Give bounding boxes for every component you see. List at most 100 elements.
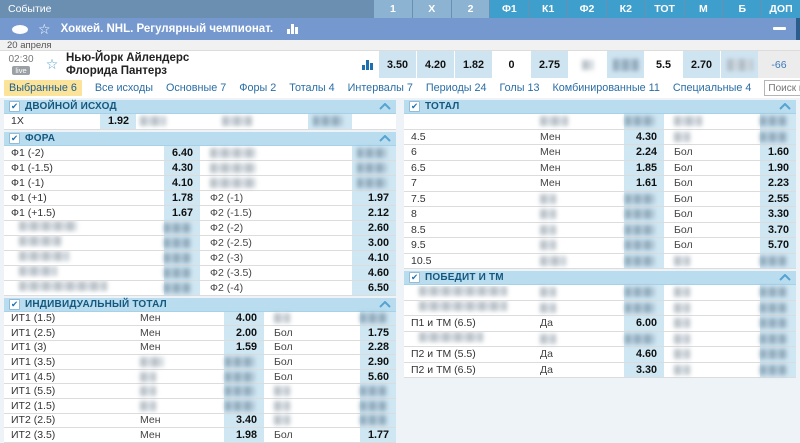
blurred-odds: [164, 221, 200, 235]
odds-cell-1[interactable]: 3.50: [379, 51, 416, 78]
odds-button[interactable]: 2.55: [760, 192, 796, 207]
stats-chart-icon: [287, 24, 298, 34]
odds-button[interactable]: 1.85: [624, 161, 664, 176]
odds-button[interactable]: 3.00: [352, 236, 396, 250]
collapse-chevron-icon[interactable]: [779, 274, 791, 281]
side-label: Бол: [264, 327, 360, 339]
odds-button[interactable]: 2.00: [224, 326, 264, 340]
tab-totals[interactable]: Тоталы 4: [289, 82, 334, 94]
collapse-chevron-icon[interactable]: [379, 103, 391, 110]
odds-button[interactable]: 2.60: [352, 221, 396, 235]
blurred-cell: [664, 349, 760, 359]
odds-button[interactable]: 1.75: [360, 326, 396, 340]
panel-header: ✔ ПОБЕДИТ И ТМ: [404, 271, 796, 285]
blurred-cell: [664, 132, 760, 142]
col-header-f1: Ф1: [490, 0, 528, 18]
match-row[interactable]: 02:30 live ☆ Нью-Йорк Айлендерс Флорида …: [0, 51, 800, 78]
blurred-odds: [760, 285, 796, 300]
blurred-odds: [360, 414, 396, 428]
odds-cell-x[interactable]: 4.20: [417, 51, 454, 78]
panel-checkbox[interactable]: ✔: [9, 133, 20, 144]
favorite-star-icon[interactable]: ☆: [38, 22, 51, 36]
odds-button[interactable]: 1.98: [224, 428, 264, 442]
tab-main[interactable]: Основные 7: [166, 82, 226, 94]
panel-checkbox[interactable]: ✔: [409, 272, 420, 283]
market-row: Ф2 (-2) 2.60: [4, 221, 396, 236]
odds-cell-k1[interactable]: 2.75: [531, 51, 568, 78]
team2-name: Флорида Пантерз: [66, 65, 362, 78]
collapse-chevron-icon[interactable]: [379, 135, 391, 142]
match-stats-icon[interactable]: [362, 60, 373, 70]
market-row: 4.5 Мен 4.30: [404, 130, 796, 146]
odds-button[interactable]: 2.24: [624, 145, 664, 160]
blurred-cell: [664, 334, 760, 344]
odds-button[interactable]: 2.12: [352, 206, 396, 220]
tab-all-outcomes[interactable]: Все исходы: [95, 82, 153, 94]
odds-button[interactable]: 5.70: [760, 238, 796, 253]
odds-button[interactable]: 1.60: [760, 145, 796, 160]
odds-cell-2[interactable]: 1.82: [455, 51, 492, 78]
collapse-chevron-icon[interactable]: [379, 301, 391, 308]
tab-goals[interactable]: Голы 13: [500, 82, 540, 94]
tab-periods[interactable]: Периоды 24: [426, 82, 487, 94]
odds-button[interactable]: 1.77: [360, 428, 396, 442]
blurred-odds: [624, 114, 664, 129]
odds-button[interactable]: 2.90: [360, 355, 396, 369]
odds-button[interactable]: 4.60: [624, 347, 664, 362]
team-names[interactable]: Нью-Йорк Айлендерс Флорида Пантерз: [62, 51, 362, 78]
odds-button[interactable]: 3.70: [760, 223, 796, 238]
panel-checkbox[interactable]: ✔: [9, 299, 20, 310]
odds-button[interactable]: 3.30: [624, 363, 664, 378]
odds-button[interactable]: 3.40: [224, 414, 264, 428]
extra-markets-count[interactable]: -66: [758, 51, 800, 78]
blurred-odds: [624, 332, 664, 347]
tab-handicaps[interactable]: Форы 2: [239, 82, 276, 94]
panel-checkbox[interactable]: ✔: [409, 101, 420, 112]
blurred-cell: [200, 148, 352, 158]
blurred-cell-f2: [569, 51, 606, 78]
tab-combined[interactable]: Комбинированные 11: [553, 82, 660, 94]
panel-checkbox[interactable]: ✔: [9, 101, 20, 112]
odds-button[interactable]: 4.30: [164, 161, 200, 175]
odds-button[interactable]: 6.00: [624, 316, 664, 331]
odds-button[interactable]: 6.50: [352, 281, 396, 295]
search-input[interactable]: [765, 83, 800, 94]
market-row: [404, 285, 796, 301]
tab-intervals[interactable]: Интервалы 7: [348, 82, 413, 94]
odds-button[interactable]: 1.59: [224, 341, 264, 355]
panel-win-and-total: ✔ ПОБЕДИТ И ТМ П1 и ТМ (6.5) Да: [404, 271, 796, 378]
odds-button[interactable]: 1.97: [352, 191, 396, 205]
collapse-league-icon[interactable]: [773, 27, 786, 30]
tab-special[interactable]: Специальные 4: [673, 82, 752, 94]
outcome-name: Ф1 (-1): [4, 177, 164, 189]
odds-button[interactable]: 3.30: [760, 207, 796, 222]
odds-button[interactable]: 4.10: [352, 251, 396, 265]
blurred-cell: [532, 256, 624, 266]
blurred-cell: [664, 303, 760, 313]
odds-button[interactable]: 4.30: [624, 130, 664, 145]
market-row: Ф1 (-2) 6.40: [4, 146, 396, 161]
blurred-odds: [760, 301, 796, 316]
odds-button[interactable]: 4.10: [164, 176, 200, 190]
odds-button[interactable]: 1.78: [164, 191, 200, 205]
favorite-star-icon[interactable]: ☆: [42, 56, 62, 73]
odds-button[interactable]: 5.60: [360, 370, 396, 384]
collapse-chevron-icon[interactable]: [779, 103, 791, 110]
odds-button[interactable]: 1.67: [164, 206, 200, 220]
odds-cell-m[interactable]: 2.70: [683, 51, 720, 78]
param-cell-tot: 5.5: [645, 51, 682, 78]
odds-button[interactable]: 1.92: [100, 114, 136, 129]
odds-button[interactable]: 6.40: [164, 146, 200, 160]
team1-name: Нью-Йорк Айлендерс: [66, 52, 362, 65]
column-header-bar: Событие 1 X 2 Ф1 К1 Ф2 К2 ТОТ М Б ДОП: [0, 0, 800, 18]
outcome-name: Ф1 (+1.5): [4, 207, 164, 219]
odds-button[interactable]: 1.90: [760, 161, 796, 176]
odds-button[interactable]: 4.00: [224, 312, 264, 326]
market-row: Ф1 (-1) 4.10: [4, 176, 396, 191]
tab-selected[interactable]: Выбранные 6: [4, 80, 82, 96]
odds-button[interactable]: 2.28: [360, 341, 396, 355]
market-row: ИТ1 (4.5) Бол 5.60: [4, 370, 396, 385]
odds-button[interactable]: 2.23: [760, 176, 796, 191]
odds-button[interactable]: 1.61: [624, 176, 664, 191]
odds-button[interactable]: 4.60: [352, 266, 396, 280]
